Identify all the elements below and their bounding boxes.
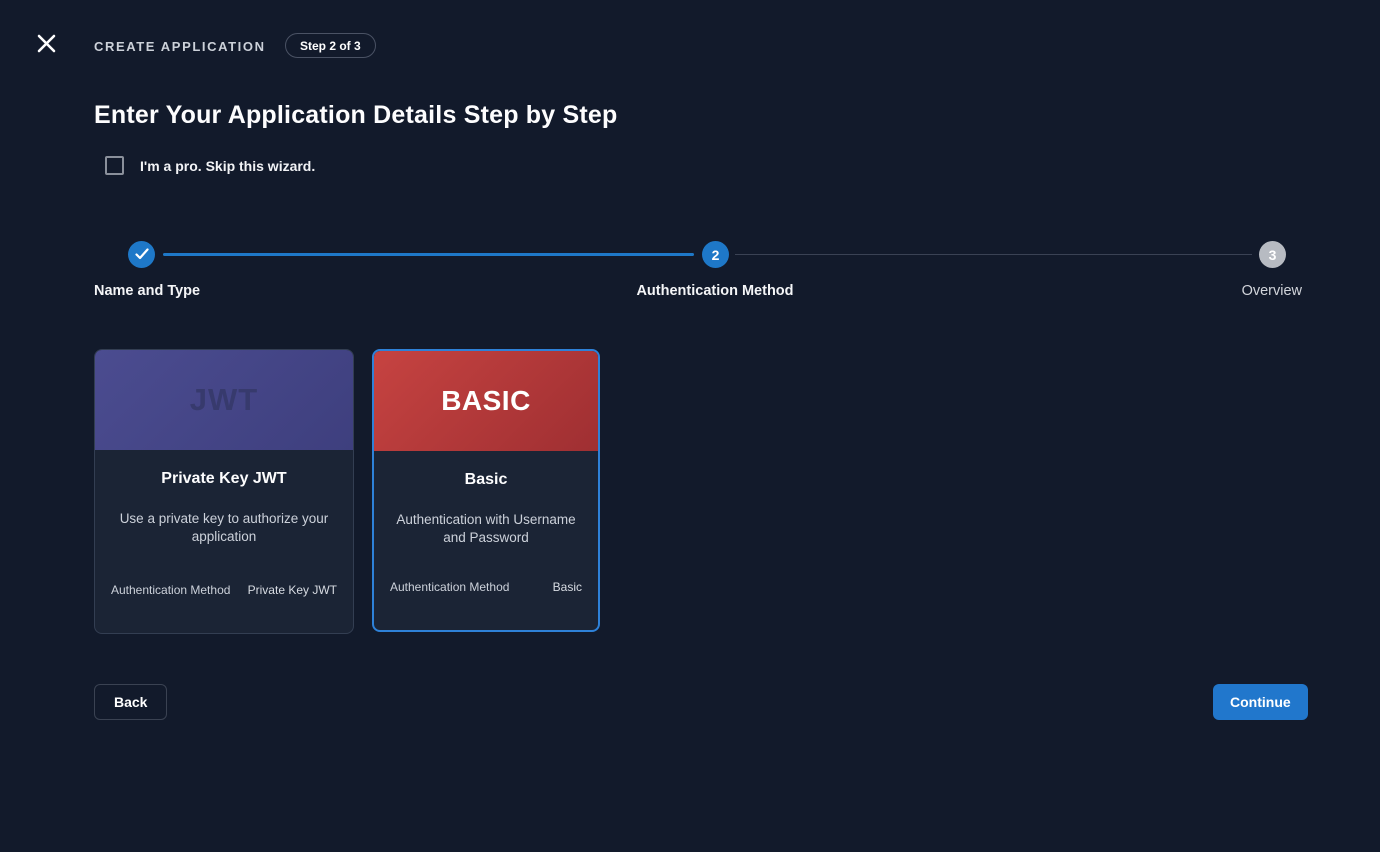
card-title: Private Key JWT (95, 470, 353, 488)
footer-label: Authentication Method (111, 583, 230, 597)
step-3-label: Overview (1242, 283, 1302, 299)
step-1-circle[interactable] (128, 241, 155, 268)
page-title: Enter Your Application Details Step by S… (94, 101, 618, 130)
stepper-connector-upcoming (735, 254, 1252, 255)
continue-button[interactable]: Continue (1213, 684, 1308, 720)
close-icon (36, 33, 57, 57)
step-1-label: Name and Type (94, 283, 200, 299)
basic-logo-text: BASIC (441, 385, 531, 417)
wizard-title: CREATE APPLICATION (94, 39, 266, 54)
step-2-circle[interactable]: 2 (702, 241, 729, 268)
close-button[interactable] (32, 31, 60, 59)
create-application-wizard: CREATE APPLICATION Step 2 of 3 Enter You… (0, 0, 1380, 852)
check-icon (135, 247, 149, 263)
card-title: Basic (374, 471, 598, 489)
step-3-number: 3 (1269, 247, 1277, 263)
skip-wizard-label: I'm a pro. Skip this wizard. (140, 158, 315, 174)
step-3-circle[interactable]: 3 (1259, 241, 1286, 268)
auth-card-basic[interactable]: BASIC Basic Authentication with Username… (372, 349, 600, 632)
card-footer: Authentication Method Basic (390, 580, 582, 594)
card-description: Use a private key to authorize your appl… (109, 510, 339, 545)
card-description: Authentication with Username and Passwor… (388, 511, 584, 546)
jwt-logo: JWT (95, 350, 353, 450)
step-2-label: Authentication Method (636, 283, 793, 299)
skip-wizard-row[interactable]: I'm a pro. Skip this wizard. (105, 156, 315, 175)
footer-label: Authentication Method (390, 580, 509, 594)
card-footer: Authentication Method Private Key JWT (111, 583, 337, 597)
footer-value: Private Key JWT (248, 583, 337, 597)
back-button[interactable]: Back (94, 684, 167, 720)
auth-method-options: JWT Private Key JWT Use a private key to… (94, 349, 600, 634)
auth-card-private-key-jwt[interactable]: JWT Private Key JWT Use a private key to… (94, 349, 354, 634)
stepper-connector-completed (163, 253, 694, 256)
step-badge: Step 2 of 3 (285, 33, 376, 58)
skip-wizard-checkbox[interactable] (105, 156, 124, 175)
footer-value: Basic (553, 580, 582, 594)
jwt-logo-text: JWT (190, 382, 258, 418)
basic-logo: BASIC (374, 351, 598, 451)
wizard-stepper: 2 3 Name and Type Authentication Method … (94, 241, 1302, 303)
step-2-number: 2 (712, 247, 720, 263)
